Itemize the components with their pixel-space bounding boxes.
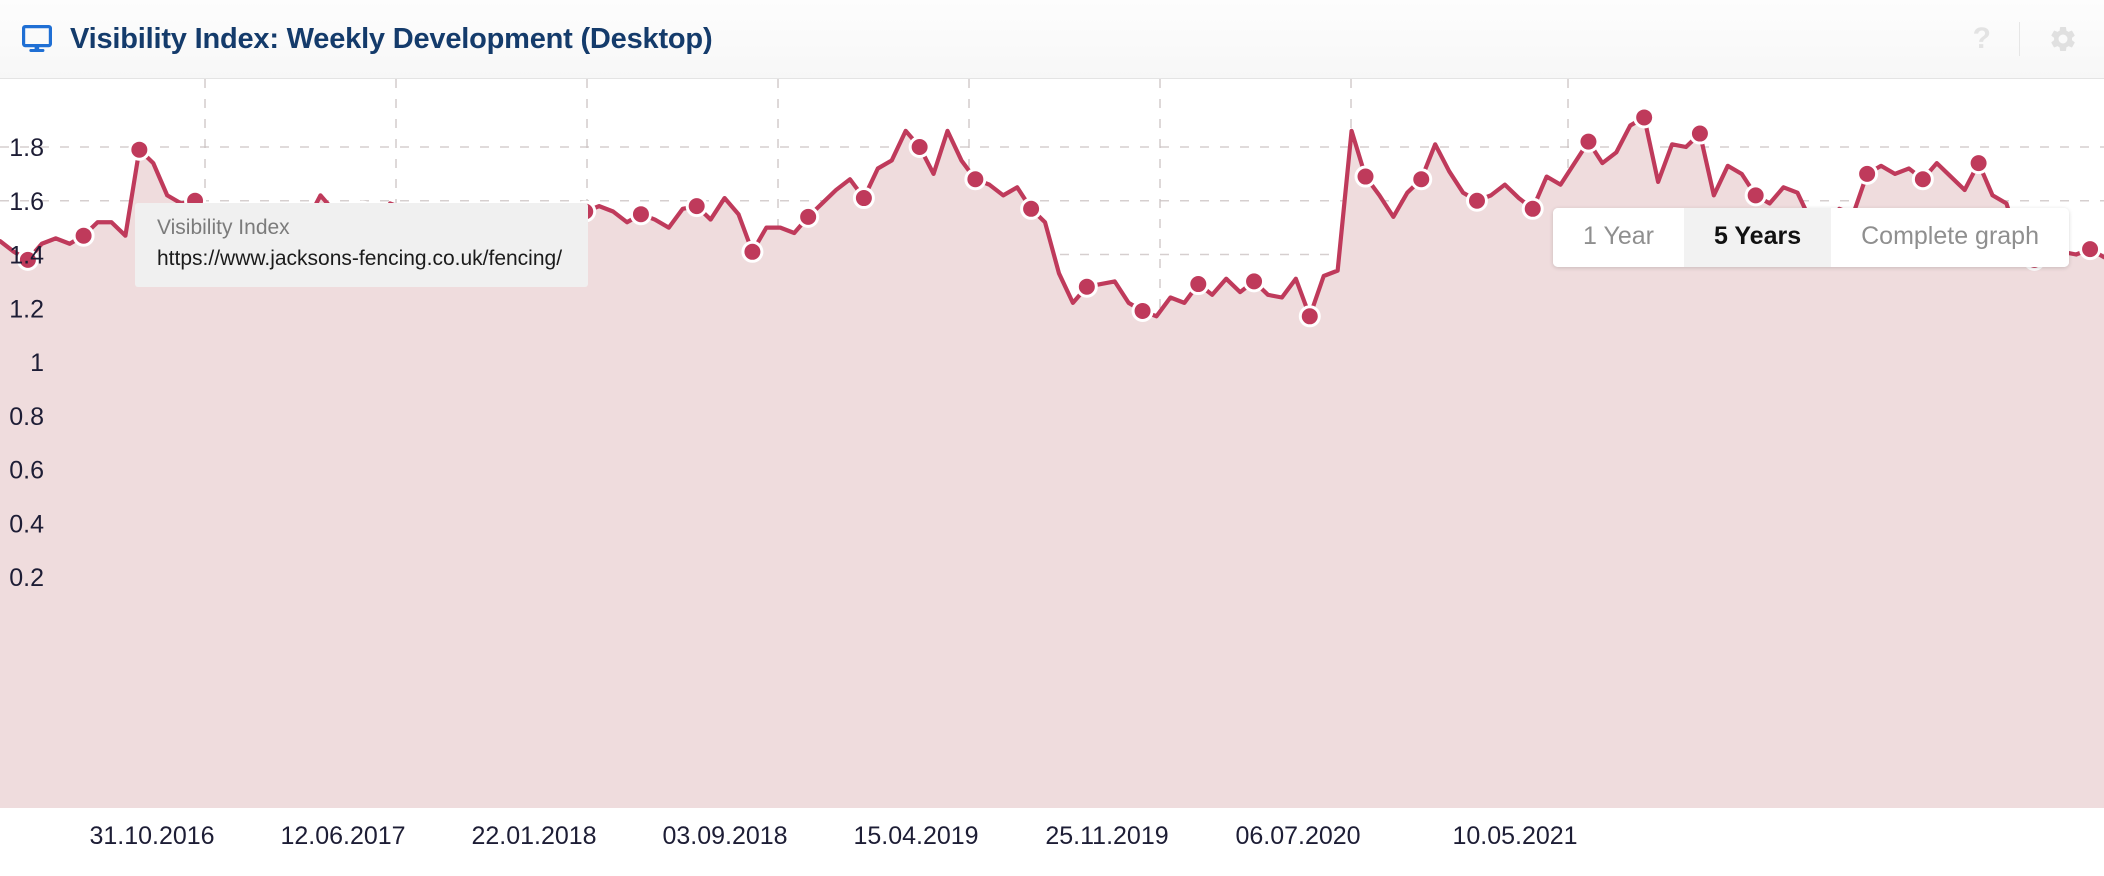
data-point-marker[interactable] — [1465, 189, 1488, 212]
y-axis-tick-label: 1.8 — [9, 134, 44, 162]
x-axis-tick-label: 03.09.2018 — [662, 822, 787, 850]
data-point-marker[interactable] — [1075, 275, 1098, 298]
range-button-complete-graph[interactable]: Complete graph — [1831, 208, 2069, 267]
data-point-marker[interactable] — [239, 203, 262, 226]
data-point-marker[interactable] — [295, 211, 318, 234]
header-left-group: Visibility Index: Weekly Development (De… — [0, 23, 1945, 56]
visibility-index-widget: Visibility Index: Weekly Development (De… — [0, 0, 2104, 876]
range-selector[interactable]: 1 Year 5 Years Complete graph — [1553, 208, 2069, 267]
x-axis-tick-label: 15.04.2019 — [853, 822, 978, 850]
data-point-marker[interactable] — [1410, 168, 1433, 191]
gear-icon[interactable] — [2048, 24, 2078, 54]
data-point-marker[interactable] — [741, 240, 764, 263]
x-axis-tick-label: 22.01.2018 — [471, 822, 596, 850]
visibility-index-chart: 1.8 1.6 1.4 1.2 1 0.8 0.6 0.4 0.2 31.10.2016 12.0… — [0, 79, 2104, 850]
chart-region: 1.8 1.6 1.4 1.2 1 0.8 0.6 0.4 0.2 31.10.2016 12.0… — [0, 79, 2104, 876]
range-button-5-years[interactable]: 5 Years — [1683, 208, 1832, 267]
data-point-marker[interactable] — [574, 200, 597, 223]
widget-header: Visibility Index: Weekly Development (De… — [0, 0, 2104, 79]
data-point-marker[interactable] — [1744, 184, 1767, 207]
data-point-marker[interactable] — [1856, 162, 1879, 185]
data-point-marker[interactable] — [462, 227, 485, 250]
data-point-marker[interactable] — [1187, 273, 1210, 296]
data-point-marker[interactable] — [1354, 165, 1377, 188]
x-axis-tick-labels: 31.10.2016 12.06.2017 22.01.2018 03.09.2018… — [89, 822, 1577, 850]
x-axis-tick-label: 31.10.2016 — [89, 822, 214, 850]
x-axis-tick-label: 10.05.2021 — [1452, 822, 1577, 850]
data-point-marker[interactable] — [518, 224, 541, 247]
data-point-marker[interactable] — [685, 195, 708, 218]
y-axis-tick-label: 1 — [30, 349, 44, 377]
y-axis-tick-label: 0.2 — [9, 564, 44, 592]
data-point-marker[interactable] — [852, 187, 875, 210]
data-point-marker[interactable] — [964, 168, 987, 191]
x-axis-tick-label: 06.07.2020 — [1235, 822, 1360, 850]
header-divider — [2019, 22, 2020, 56]
x-axis-tick-label: 25.11.2019 — [1045, 822, 1168, 850]
data-point-marker[interactable] — [128, 138, 151, 161]
monitor-icon — [22, 25, 52, 52]
data-point-marker[interactable] — [1633, 106, 1656, 129]
page-title: Visibility Index: Weekly Development (De… — [70, 22, 713, 55]
data-point-marker[interactable] — [1298, 305, 1321, 328]
header-right-group: ? — [1945, 22, 2104, 56]
data-point-marker[interactable] — [797, 205, 820, 228]
data-point-marker[interactable] — [1020, 197, 1043, 220]
data-point-marker[interactable] — [1131, 299, 1154, 322]
data-point-marker[interactable] — [1521, 197, 1544, 220]
y-axis-tick-label: 0.6 — [9, 457, 44, 485]
y-axis-tick-label: 1.6 — [9, 188, 44, 216]
data-point-marker[interactable] — [72, 224, 95, 247]
help-icon[interactable]: ? — [1945, 24, 2019, 54]
range-button-1-year[interactable]: 1 Year — [1553, 208, 1684, 267]
y-axis-tick-label: 1.4 — [9, 242, 44, 270]
data-point-marker[interactable] — [629, 203, 652, 226]
data-point-marker[interactable] — [407, 211, 430, 234]
data-point-marker[interactable] — [1577, 130, 1600, 153]
data-point-marker[interactable] — [908, 136, 931, 158]
data-point-marker[interactable] — [2079, 238, 2102, 261]
data-point-marker[interactable] — [1967, 152, 1990, 175]
data-point-marker[interactable] — [1911, 168, 1934, 191]
data-point-marker[interactable] — [1243, 270, 1266, 293]
y-axis-tick-label: 0.8 — [9, 403, 44, 431]
data-point-marker[interactable] — [1688, 122, 1711, 145]
y-axis-tick-label: 0.4 — [9, 510, 44, 538]
x-axis-tick-label: 12.06.2017 — [280, 822, 405, 850]
y-axis-tick-label: 1.2 — [9, 295, 44, 323]
data-point-marker[interactable] — [351, 200, 374, 223]
data-point-marker[interactable] — [184, 189, 207, 212]
